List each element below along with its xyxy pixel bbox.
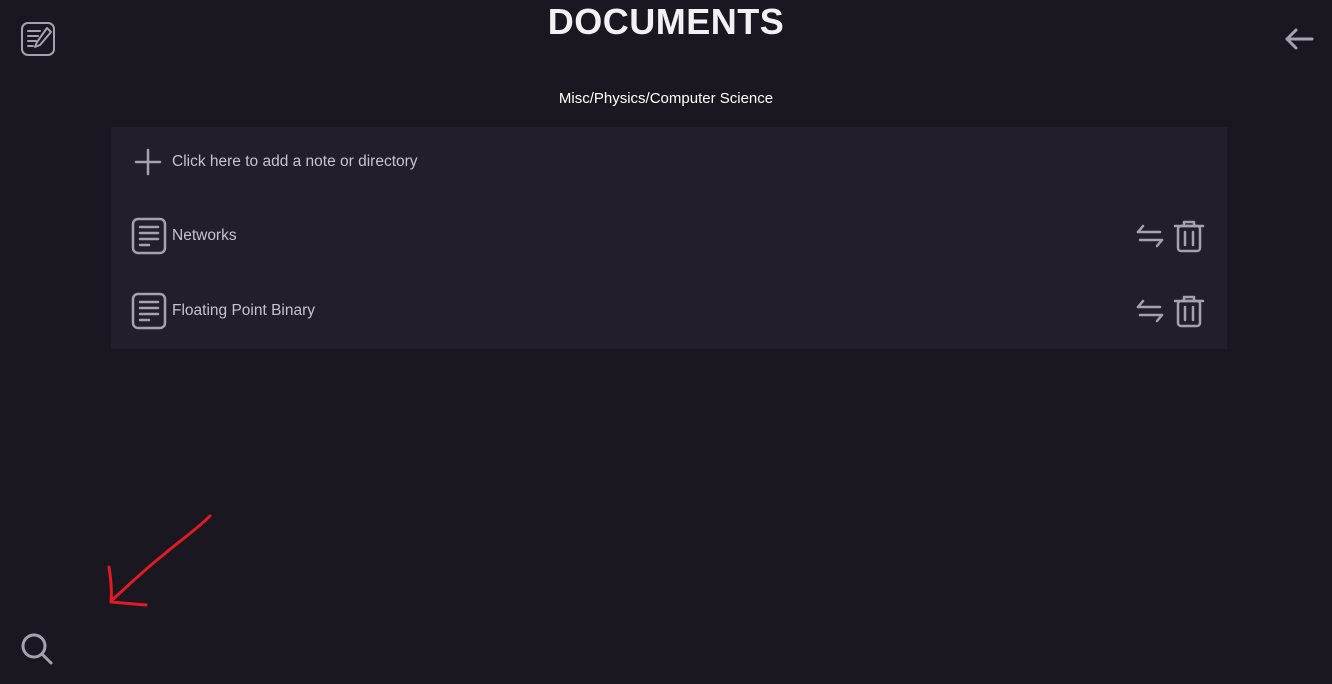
back-arrow-icon[interactable] — [1283, 26, 1315, 52]
plus-icon — [131, 143, 167, 181]
add-note-label: Click here to add a note or directory — [172, 153, 418, 170]
list-item[interactable]: Networks — [111, 206, 1227, 266]
item-label: Floating Point Binary — [172, 302, 316, 319]
document-icon — [131, 217, 167, 255]
search-icon[interactable] — [19, 631, 55, 667]
swap-arrows-icon[interactable] — [1135, 298, 1165, 324]
annotation-arrow — [100, 508, 220, 612]
document-list: Click here to add a note or directory Ne… — [111, 127, 1227, 349]
item-label: Networks — [172, 227, 237, 244]
add-note-button[interactable]: Click here to add a note or directory — [111, 132, 1227, 192]
trash-icon[interactable] — [1173, 294, 1205, 328]
page-title: DOCUMENTS — [547, 1, 785, 42]
document-icon — [131, 292, 167, 330]
swap-arrows-icon[interactable] — [1135, 223, 1165, 249]
trash-icon[interactable] — [1173, 219, 1205, 253]
breadcrumb: Misc/Physics/Computer Science — [558, 90, 774, 107]
list-item[interactable]: Floating Point Binary — [111, 281, 1227, 341]
